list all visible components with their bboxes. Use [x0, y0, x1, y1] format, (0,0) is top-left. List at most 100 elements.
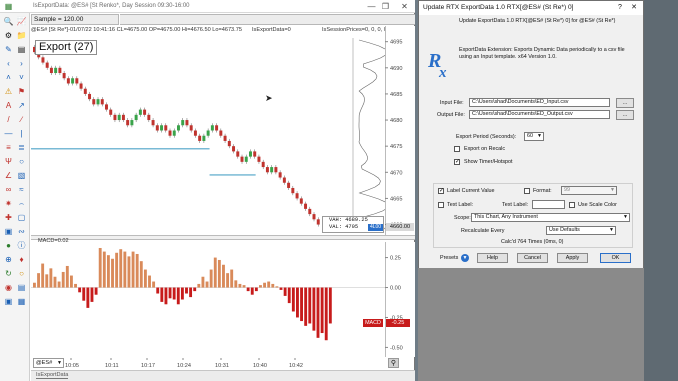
renko-brick-down	[287, 182, 291, 188]
export-period-field[interactable]: 60 ▼	[524, 132, 544, 141]
magnifier-icon[interactable]: ⚲	[388, 358, 399, 368]
macd-bar-positive	[197, 283, 201, 288]
recalc-select[interactable]: Use Defaults ▼	[546, 226, 616, 235]
output-file-field[interactable]: C:\Users\shad\Documents\ED_Output.csv	[469, 110, 610, 119]
price-tick-label: 4685	[390, 92, 402, 98]
macd-bar-positive	[119, 249, 123, 288]
export-period-value: 60	[527, 133, 533, 139]
text-label-field[interactable]	[532, 200, 565, 209]
renko-brick-down	[105, 104, 108, 110]
apply-button[interactable]: Apply	[557, 253, 588, 263]
close-icon[interactable]: ✕	[629, 3, 639, 13]
tool-icon-zoom[interactable]: 🔍	[3, 16, 14, 27]
renko-brick-up	[249, 151, 252, 157]
flag-icon[interactable]: ⚑	[16, 86, 27, 97]
macd-bar-positive	[45, 274, 49, 288]
help-button[interactable]: Help	[477, 253, 508, 263]
tool-icon-layers[interactable]: ▤	[16, 44, 27, 55]
box-icon[interactable]: ▢	[16, 212, 27, 223]
macd-badge: MACD	[363, 319, 383, 327]
symbol-value: @ES#	[36, 360, 53, 366]
presets-label[interactable]: Presets	[440, 255, 458, 261]
export-on-recalc-checkbox[interactable]	[454, 146, 460, 152]
sfw-icon[interactable]: ▣	[3, 226, 14, 237]
vline-icon[interactable]: |	[16, 128, 27, 139]
renko-brick-up	[172, 130, 176, 136]
input-file-field[interactable]: C:\Users\shad\Documents\ED_Input.csv	[469, 98, 610, 107]
renko-brick-down	[198, 135, 202, 141]
circle-icon[interactable]: ○	[16, 156, 27, 167]
text-label-checkbox[interactable]	[438, 202, 444, 208]
show-timer-checkbox[interactable]: ✓	[454, 159, 460, 165]
tool-icon-folder[interactable]: 📁	[16, 30, 27, 41]
fib-extension-icon[interactable]: ✚	[3, 212, 14, 223]
cycle-icon[interactable]: ∞	[3, 184, 14, 195]
cancel-button[interactable]: Cancel	[517, 253, 548, 263]
globe-icon[interactable]: ●	[3, 240, 14, 251]
trendline-icon[interactable]: /	[3, 114, 14, 125]
arrow-up-icon[interactable]: ˄	[3, 72, 14, 83]
arrow-left-icon[interactable]: ‹	[3, 58, 14, 69]
minimize-icon[interactable]: —	[367, 2, 376, 11]
text-tool-icon[interactable]: A	[3, 100, 14, 111]
label-current-value-checkbox[interactable]: ✓	[438, 188, 444, 194]
bell-icon[interactable]: ♦	[16, 254, 27, 265]
macd-bar-positive	[152, 281, 156, 288]
macd-axis-ticks: 0.250.00-0.25-0.50	[385, 242, 403, 357]
lock-icon[interactable]: ○	[16, 268, 27, 279]
zoom-plus-icon[interactable]: ⊕	[3, 254, 14, 265]
macd-panel[interactable]	[31, 242, 385, 357]
format-checkbox[interactable]	[524, 188, 530, 194]
panel-separator[interactable]	[31, 235, 415, 240]
alert-icon[interactable]: ⚠	[3, 86, 14, 97]
ruler-icon[interactable]: ⌢	[16, 198, 27, 209]
hline-icon[interactable]: —	[3, 128, 14, 139]
macd-bar-negative	[254, 287, 258, 292]
sheet-tab[interactable]: IsExportData	[36, 372, 69, 379]
close-icon[interactable]: ✕	[400, 2, 409, 11]
brush-icon[interactable]: ✷	[3, 198, 14, 209]
gear-icon[interactable]: ⚙	[3, 30, 14, 41]
last-badge: 4L00	[368, 224, 383, 231]
use-scale-color-checkbox[interactable]	[569, 202, 575, 208]
wave-icon[interactable]: ∾	[16, 226, 27, 237]
help-question-icon[interactable]: ?	[615, 3, 625, 13]
macd-axis[interactable]: 0.25 0.00 -0.25 -0.50	[385, 242, 415, 357]
time-axis[interactable]: 10:05 10:11 10:17 10:24 10:31 10:40 10:42	[31, 358, 415, 370]
refresh-icon[interactable]: ↻	[3, 268, 14, 279]
renko-brick-down	[193, 130, 197, 136]
info-icon[interactable]: ⓘ	[16, 240, 27, 251]
price-panel[interactable]	[31, 26, 389, 235]
cursor-icon[interactable]: ↗	[16, 100, 27, 111]
symbol-selector[interactable]: @ES# ▼	[33, 358, 64, 368]
ray-icon[interactable]: ∕	[16, 114, 27, 125]
pitchfork-icon[interactable]: Ψ	[3, 156, 14, 167]
presets-chevron-icon[interactable]: ▼	[461, 254, 469, 262]
macd-bar-negative	[296, 287, 299, 318]
gann-icon[interactable]: ▧	[16, 170, 27, 181]
grid-icon[interactable]: ▦	[16, 296, 27, 307]
channel-icon[interactable]: ≡	[3, 142, 14, 153]
draw-icon[interactable]: ✎	[3, 44, 14, 55]
camera-icon[interactable]: ◉	[3, 282, 14, 293]
save-icon[interactable]: ▤	[16, 282, 27, 293]
renko-brick-down	[113, 114, 117, 121]
scope-select[interactable]: This Chart, Any Instrument ▼	[471, 213, 630, 222]
restore-icon[interactable]: ❐	[381, 2, 390, 11]
text-label-field-label: Text Label:	[502, 202, 529, 208]
vah-label: VAH: 4689.25	[329, 217, 368, 223]
fib-icon[interactable]: ≣	[16, 142, 27, 153]
regression-icon[interactable]: ≈	[16, 184, 27, 195]
macd-bar-positive	[213, 257, 217, 288]
fan-icon[interactable]: ∠	[3, 170, 14, 181]
window-icon[interactable]: ▣	[3, 296, 14, 307]
format-field[interactable]: 99 ▼	[561, 186, 617, 195]
price-axis[interactable]: 46954690468546804675467046654660	[385, 26, 415, 235]
output-file-browse-button[interactable]: ...	[616, 110, 634, 120]
ok-button[interactable]: OK	[600, 253, 631, 263]
input-file-browse-button[interactable]: ...	[616, 98, 634, 108]
dialog-button-row: Presets ▼ Help Cancel Apply OK	[419, 251, 643, 268]
arrow-down-icon[interactable]: ˅	[16, 72, 27, 83]
arrow-right-icon[interactable]: ›	[16, 58, 27, 69]
tool-icon-chart[interactable]: 📈	[16, 16, 27, 27]
